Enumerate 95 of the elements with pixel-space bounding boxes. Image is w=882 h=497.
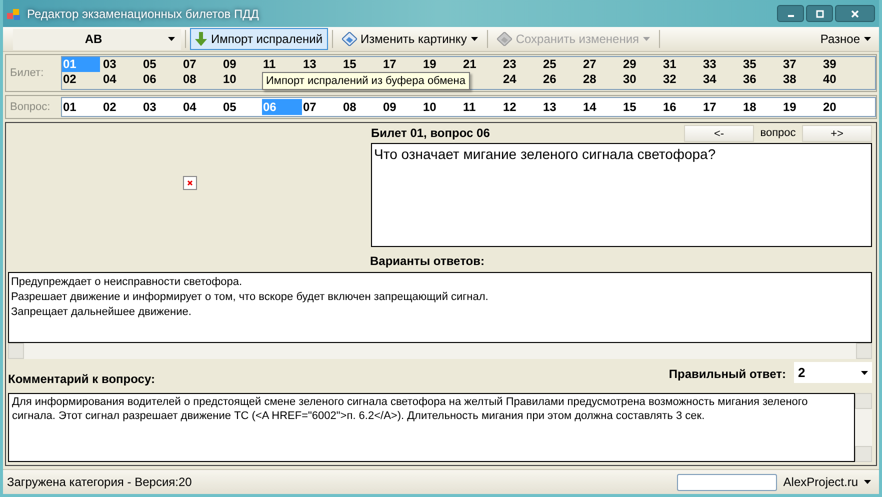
ticket-number[interactable]: 25 (542, 57, 580, 72)
question-heading: Билет 01, вопрос 06 (371, 125, 490, 142)
caret-icon (864, 37, 871, 41)
down-arrow-icon (195, 32, 207, 46)
ticket-number[interactable]: 08 (182, 72, 220, 87)
ticket-number[interactable]: 11 (262, 57, 300, 72)
question-number[interactable]: 02 (102, 99, 142, 115)
ticket-number[interactable]: 09 (222, 57, 260, 72)
close-icon (851, 10, 859, 18)
question-number[interactable]: 09 (382, 99, 422, 115)
misc-menu[interactable]: Разное (816, 30, 875, 48)
caret-icon (861, 370, 868, 374)
question-number[interactable]: 16 (662, 99, 702, 115)
question-number[interactable]: 19 (782, 99, 822, 115)
app-icon (7, 6, 21, 20)
caret-icon (168, 37, 175, 41)
ticket-number[interactable]: 30 (622, 72, 660, 87)
ticket-number[interactable]: 24 (502, 72, 540, 87)
maximize-button[interactable] (806, 5, 833, 22)
answers-label: Варианты ответов: (370, 253, 484, 270)
caret-icon (864, 480, 871, 484)
ticket-number[interactable]: 39 (822, 57, 860, 72)
window-title: Редактор экзаменационных билетов ПДД (27, 6, 259, 22)
question-number[interactable]: 01 (62, 99, 102, 115)
question-number[interactable]: 11 (462, 99, 502, 115)
question-text-field[interactable]: Что означает мигание зеленого сигнала светофора? (371, 143, 872, 247)
picture-icon (342, 32, 357, 46)
ticket-number[interactable]: 05 (142, 57, 180, 72)
question-number[interactable]: 18 (742, 99, 782, 115)
previous-button[interactable]: <- (684, 124, 754, 142)
ticket-number[interactable]: 15 (342, 57, 380, 72)
ticket-number[interactable]: 17 (382, 57, 420, 72)
question-number[interactable]: 12 (502, 99, 542, 115)
ticket-number[interactable]: 40 (822, 72, 860, 87)
question-number[interactable]: 04 (182, 99, 222, 115)
correct-answer-select[interactable]: 2 (794, 362, 872, 383)
comment-field[interactable]: Для информирования водителей о предстоящей смене зеленого сигнала светофора на желтый Правилами предусмотрена возможность мигания зеленого сигнала. Этот сигнал разрешает движение ТС (<A HREF="6002">п. 6.2</A>). Длительность мигания при этом должна составлять 3 сек. (8, 393, 855, 462)
ticket-number[interactable]: 10 (222, 72, 260, 87)
ticket-label: Билет: (9, 66, 45, 81)
question-number[interactable]: 17 (702, 99, 742, 115)
close-button[interactable] (835, 5, 875, 22)
ticket-number[interactable]: 34 (702, 72, 740, 87)
vertical-scrollbar[interactable] (855, 393, 872, 462)
ticket-number[interactable]: 31 (662, 57, 700, 72)
ticket-number[interactable]: 21 (462, 57, 500, 72)
maximize-icon (816, 10, 824, 18)
ticket-number[interactable]: 13 (302, 57, 340, 72)
comment-label: Комментарий к вопросу: (8, 371, 155, 388)
answers-field[interactable]: Предупреждает о неисправности светофора. Разрешает движение и информирует о том, что вскоре будет включен запрещающий сигнал. Запрещает дальнейшее движение. (8, 272, 872, 343)
ticket-number[interactable]: 36 (742, 72, 780, 87)
caret-icon (470, 37, 478, 41)
toolbar-button[interactable]: Импорт испралений (190, 28, 328, 50)
ticket-number[interactable]: 32 (662, 72, 700, 87)
ticket-number[interactable]: 06 (142, 72, 180, 87)
minimize-button[interactable] (777, 5, 804, 22)
tooltip: Импорт испралений из буфера обмена (262, 72, 470, 90)
nav-label: вопрос (759, 126, 797, 141)
question-number[interactable]: 03 (142, 99, 182, 115)
category-select[interactable]: AB (13, 28, 181, 50)
horizontal-scrollbar[interactable] (8, 343, 872, 359)
ticket-number[interactable]: 07 (182, 57, 220, 72)
question-label: Вопрос: (9, 100, 52, 115)
broken-image-icon (182, 176, 196, 190)
status-text: Загружена категория - Версия:20 (7, 474, 192, 491)
picture-icon (496, 32, 512, 46)
ticket-number[interactable]: 03 (102, 57, 140, 72)
ticket-number[interactable]: 27 (582, 57, 620, 72)
question-number[interactable]: 10 (422, 99, 462, 115)
question-number[interactable]: 14 (582, 99, 622, 115)
correct-answer-label: Правильный ответ: (668, 366, 786, 383)
answer-option: Разрешает движение и информирует о том, что вскоре будет включен запрещающий сигнал. (11, 290, 869, 305)
ticket-number[interactable]: 19 (422, 57, 460, 72)
ticket-number[interactable]: 37 (782, 57, 820, 72)
ticket-number[interactable]: 23 (502, 57, 540, 72)
ticket-number[interactable]: 29 (622, 57, 660, 72)
toolbar-button[interactable]: Изменить картинку (336, 28, 483, 50)
caret-icon (643, 37, 650, 41)
site-link-menu[interactable]: AlexProject.ru (783, 473, 871, 491)
ticket-number[interactable]: 33 (702, 57, 740, 72)
ticket-number[interactable]: 28 (582, 72, 620, 87)
ticket-number[interactable]: 38 (782, 72, 820, 87)
ticket-number[interactable]: 35 (742, 57, 780, 72)
answer-option: Запрещает дальнейшее движение. (11, 305, 869, 320)
next-button[interactable]: +> (802, 124, 872, 142)
ticket-number[interactable]: 04 (102, 72, 140, 87)
question-number[interactable]: 05 (222, 99, 262, 115)
status-input-field[interactable] (677, 474, 778, 490)
question-number[interactable]: 20 (822, 99, 862, 115)
question-number[interactable]: 13 (542, 99, 582, 115)
question-number[interactable]: 07 (302, 99, 342, 115)
answer-option: Предупреждает о неисправности светофора. (11, 275, 869, 290)
question-number[interactable]: 15 (622, 99, 662, 115)
ticket-number[interactable]: 26 (542, 72, 580, 87)
question-number[interactable]: 08 (342, 99, 382, 115)
ticket-number[interactable]: 02 (62, 72, 100, 87)
